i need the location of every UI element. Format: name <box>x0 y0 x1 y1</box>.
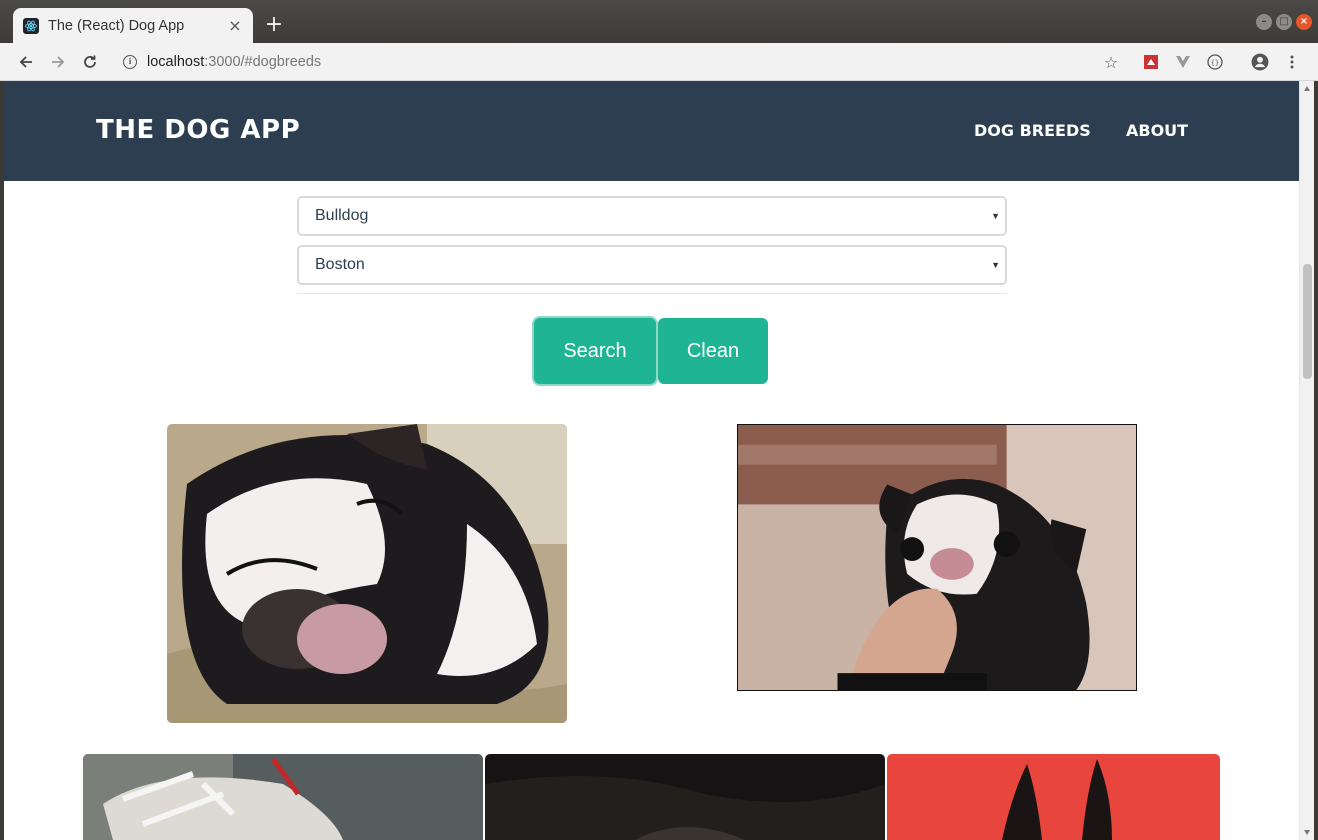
browser-toolbar: i localhost:3000/#dogbreeds ☆ {} <box>0 43 1318 81</box>
url-path: :3000/#dogbreeds <box>204 54 322 70</box>
nav-link-dog-breeds[interactable]: DOG BREEDS <box>974 121 1091 140</box>
page-scrollbar[interactable] <box>1299 81 1314 840</box>
forward-arrow-icon[interactable] <box>46 50 70 74</box>
browser-tab[interactable]: The (React) Dog App × <box>13 8 253 43</box>
new-tab-button[interactable]: + <box>263 14 285 36</box>
maximize-icon[interactable]: □ <box>1276 14 1292 30</box>
window-border <box>1314 81 1318 840</box>
vue-devtools-icon[interactable] <box>1173 52 1193 72</box>
profile-icon[interactable] <box>1250 52 1270 72</box>
json-viewer-icon[interactable]: {} <box>1205 52 1225 72</box>
close-window-icon[interactable]: × <box>1296 14 1312 30</box>
breed-select[interactable]: Bulldog ▼ <box>297 196 1007 236</box>
city-select[interactable]: Boston ▼ <box>297 245 1007 285</box>
site-info-icon[interactable]: i <box>123 55 137 69</box>
chevron-down-icon: ▼ <box>991 211 1000 221</box>
page-viewport: THE DOG APP DOG BREEDS ABOUT Bulldog ▼ B… <box>4 81 1299 840</box>
dog-photo[interactable] <box>83 754 483 840</box>
scroll-down-icon[interactable] <box>1304 830 1310 835</box>
site-navbar: THE DOG APP DOG BREEDS ABOUT <box>4 81 1299 181</box>
scroll-up-icon[interactable] <box>1304 86 1310 91</box>
react-icon <box>23 17 39 34</box>
browser-titlebar: The (React) Dog App × + – □ × <box>0 0 1318 43</box>
dog-photo[interactable] <box>167 424 567 723</box>
clean-button[interactable]: Clean <box>658 318 768 384</box>
minimize-icon[interactable]: – <box>1256 14 1272 30</box>
extension-icon[interactable] <box>1141 52 1161 72</box>
dog-photo[interactable] <box>737 424 1137 691</box>
chevron-down-icon: ▼ <box>991 260 1000 270</box>
back-arrow-icon[interactable] <box>14 50 38 74</box>
dog-photo[interactable] <box>887 754 1220 840</box>
scrollbar-thumb[interactable] <box>1303 264 1312 379</box>
nav-link-about[interactable]: ABOUT <box>1126 121 1188 140</box>
svg-text:{}: {} <box>1211 59 1219 67</box>
bookmark-star-icon[interactable]: ☆ <box>1101 52 1121 72</box>
menu-kebab-icon[interactable] <box>1282 52 1302 72</box>
tab-close-icon[interactable]: × <box>227 17 243 34</box>
divider <box>297 293 1007 294</box>
breed-select-value: Bulldog <box>315 207 369 224</box>
tab-title: The (React) Dog App <box>48 17 185 34</box>
city-select-value: Boston <box>315 256 365 273</box>
reload-icon[interactable] <box>78 50 102 74</box>
url-host: localhost <box>147 54 205 70</box>
url-text: localhost:3000/#dogbreeds <box>147 54 321 70</box>
window-controls: – □ × <box>1256 14 1312 30</box>
search-button[interactable]: Search <box>534 318 656 384</box>
site-brand[interactable]: THE DOG APP <box>96 115 300 145</box>
address-bar[interactable]: i localhost:3000/#dogbreeds <box>112 48 1132 76</box>
dog-photo[interactable] <box>485 754 885 840</box>
